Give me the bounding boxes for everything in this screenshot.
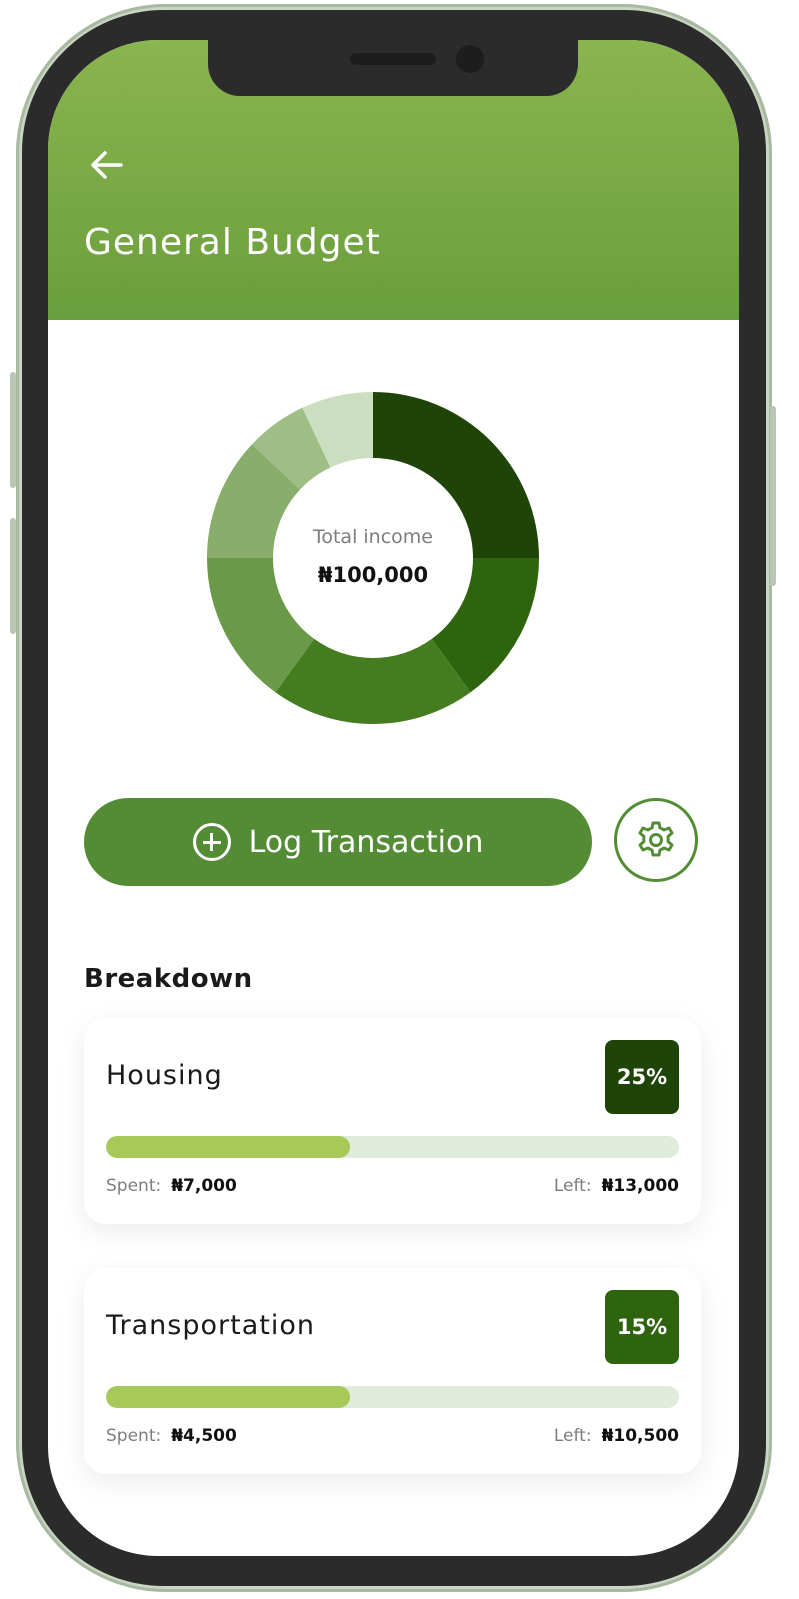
progress-track [106, 1136, 679, 1158]
log-transaction-label: Log Transaction [248, 824, 484, 860]
spent-value: ₦4,500 [171, 1426, 237, 1446]
log-transaction-button[interactable]: Log Transaction [84, 798, 592, 886]
category-card-transportation[interactable]: Transportation 15% Spent: ₦4,500 Left: ₦10… [84, 1268, 701, 1474]
percent-badge: 25% [605, 1040, 679, 1114]
category-name: Housing [106, 1060, 223, 1091]
percent-badge: 15% [605, 1290, 679, 1364]
progress-fill [106, 1386, 350, 1408]
front-camera [456, 45, 484, 73]
back-arrow-icon[interactable] [90, 148, 124, 182]
breakdown-title: Breakdown [84, 964, 253, 994]
page-title: General Budget [84, 222, 381, 263]
phone-notch [208, 38, 578, 96]
left-value: ₦10,500 [601, 1426, 679, 1446]
volume-up-button [10, 372, 16, 488]
speaker-grille [350, 53, 436, 65]
category-name: Transportation [106, 1310, 315, 1341]
spent-label: Spent: [106, 1426, 162, 1446]
category-card-housing[interactable]: Housing 25% Spent: ₦7,000 Left: ₦13,000 [84, 1018, 701, 1224]
total-income-value: ₦100,000 [317, 563, 429, 587]
app-screen: General Budget Total income ₦100,000 Log… [48, 40, 739, 1556]
settings-button[interactable] [614, 798, 698, 882]
spent-value: ₦7,000 [171, 1176, 237, 1196]
gear-icon [638, 821, 674, 857]
spent-label: Spent: [106, 1176, 162, 1196]
left-label: Left: [553, 1176, 592, 1196]
budget-donut-chart: Total income ₦100,000 [206, 391, 540, 725]
left-value: ₦13,000 [601, 1176, 679, 1196]
left-label: Left: [553, 1426, 592, 1446]
progress-track [106, 1386, 679, 1408]
plus-circle-icon [192, 823, 231, 861]
left-info: Left: ₦13,000 [554, 1176, 679, 1196]
power-button [770, 406, 776, 586]
progress-fill [106, 1136, 350, 1158]
left-info: Left: ₦10,500 [554, 1426, 679, 1446]
spent-info: Spent: ₦7,000 [106, 1176, 237, 1196]
total-income-label: Total income [312, 526, 433, 548]
spent-info: Spent: ₦4,500 [106, 1426, 237, 1446]
volume-down-button [10, 518, 16, 634]
